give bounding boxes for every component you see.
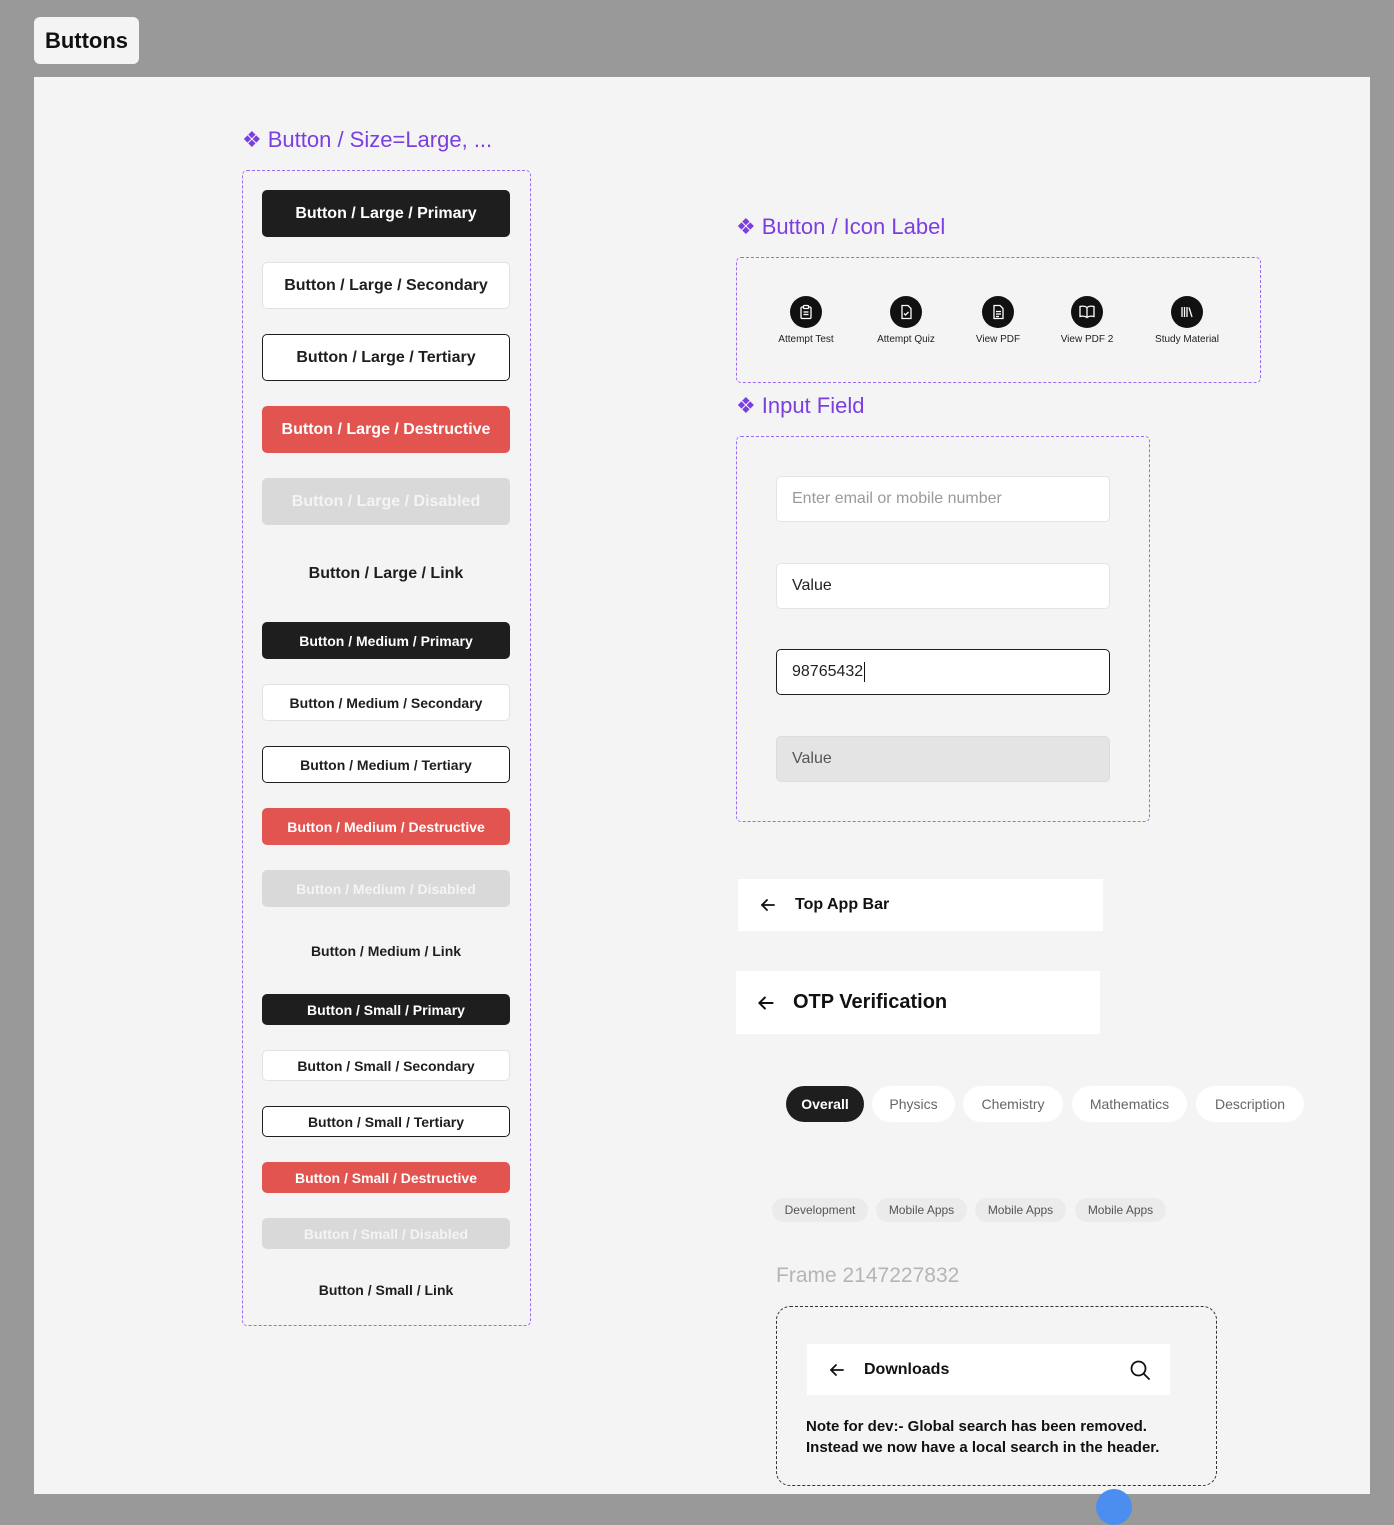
- button-small-primary[interactable]: Button / Small / Primary: [262, 994, 510, 1025]
- open-book-icon: [1071, 296, 1103, 328]
- library-icon: [1171, 296, 1203, 328]
- downloads-app-bar: Downloads: [807, 1344, 1170, 1395]
- icon-button-attempt-test[interactable]: Attempt Test: [756, 296, 856, 345]
- dev-note: Note for dev:- Global search has been re…: [806, 1416, 1159, 1458]
- button-medium-link[interactable]: Button / Medium / Link: [262, 932, 510, 969]
- button-small-tertiary[interactable]: Button / Small / Tertiary: [262, 1106, 510, 1137]
- button-large-link[interactable]: Button / Large / Link: [262, 550, 510, 597]
- chip-description[interactable]: Description: [1196, 1086, 1304, 1122]
- icon-button-study-material[interactable]: Study Material: [1137, 296, 1237, 345]
- otp-app-bar: OTP Verification: [736, 971, 1100, 1034]
- input-focused-state[interactable]: 98765432: [776, 649, 1110, 695]
- page-tab[interactable]: Buttons: [34, 17, 139, 64]
- dev-note-line: Note for dev:- Global search has been re…: [806, 1418, 1147, 1435]
- chip-mathematics[interactable]: Mathematics: [1072, 1086, 1187, 1122]
- top-app-bar: Top App Bar: [738, 879, 1103, 931]
- quiz-doc-icon: [890, 296, 922, 328]
- button-large-secondary[interactable]: Button / Large / Secondary: [262, 262, 510, 309]
- icon-label-title[interactable]: ❖ Button / Icon Label: [736, 214, 945, 240]
- design-canvas: ❖ Button / Size=Large, ... Button / Larg…: [34, 77, 1370, 1525]
- input-value-text: Value: [792, 750, 832, 767]
- search-icon[interactable]: [1129, 1359, 1151, 1381]
- icon-button-view-pdf[interactable]: View PDF: [948, 296, 1048, 345]
- icon-button-view-pdf-2[interactable]: View PDF 2: [1037, 296, 1137, 345]
- icon-label-text: Attempt Test: [778, 334, 834, 345]
- button-large-destructive[interactable]: Button / Large / Destructive: [262, 406, 510, 453]
- component-icon: ❖: [736, 393, 756, 418]
- button-large-disabled: Button / Large / Disabled: [262, 478, 510, 525]
- icon-label-text: Study Material: [1155, 334, 1219, 345]
- chip-chemistry[interactable]: Chemistry: [963, 1086, 1063, 1122]
- icon-label-text: View PDF: [975, 334, 1021, 345]
- button-medium-secondary[interactable]: Button / Medium / Secondary: [262, 684, 510, 721]
- chip-physics[interactable]: Physics: [872, 1086, 955, 1122]
- placeholder-text: Enter email or mobile number: [792, 490, 1002, 507]
- button-small-destructive[interactable]: Button / Small / Destructive: [262, 1162, 510, 1193]
- clipboard-icon: [790, 296, 822, 328]
- chip-overall[interactable]: Overall: [786, 1086, 864, 1122]
- icon-button-attempt-quiz[interactable]: Attempt Quiz: [856, 296, 956, 345]
- button-large-primary[interactable]: Button / Large / Primary: [262, 190, 510, 237]
- input-value-text: 98765432: [792, 663, 864, 680]
- downloads-title: Downloads: [864, 1360, 950, 1378]
- button-medium-primary[interactable]: Button / Medium / Primary: [262, 622, 510, 659]
- button-small-link[interactable]: Button / Small / Link: [262, 1274, 510, 1305]
- button-small-secondary[interactable]: Button / Small / Secondary: [262, 1050, 510, 1081]
- icon-label-text: View PDF 2: [1060, 334, 1114, 345]
- tag-mobile-apps: Mobile Apps: [975, 1198, 1066, 1222]
- input-field-title[interactable]: ❖ Input Field: [736, 393, 864, 419]
- button-large-tertiary[interactable]: Button / Large / Tertiary: [262, 334, 510, 381]
- input-filled-state[interactable]: Value: [776, 563, 1110, 609]
- button-set-title[interactable]: ❖ Button / Size=Large, ...: [242, 127, 492, 153]
- tag-development: Development: [772, 1198, 868, 1222]
- back-arrow-icon[interactable]: [758, 895, 778, 915]
- button-medium-disabled: Button / Medium / Disabled: [262, 870, 510, 907]
- component-icon: ❖: [242, 127, 262, 152]
- icon-label-text: Attempt Quiz: [877, 334, 935, 345]
- tag-mobile-apps: Mobile Apps: [1075, 1198, 1166, 1222]
- tag-mobile-apps: Mobile Apps: [876, 1198, 967, 1222]
- input-field-title-text: Input Field: [761, 393, 865, 418]
- icon-label-title-text: Button / Icon Label: [761, 214, 946, 239]
- back-arrow-icon[interactable]: [827, 1360, 847, 1380]
- input-placeholder-state[interactable]: Enter email or mobile number: [776, 476, 1110, 522]
- input-value-text: Value: [792, 577, 832, 594]
- back-arrow-icon[interactable]: [755, 992, 777, 1014]
- dev-note-line: Instead we now have a local search in th…: [806, 1439, 1160, 1456]
- top-app-bar-title: Top App Bar: [795, 896, 890, 913]
- text-cursor: [864, 662, 866, 682]
- button-medium-destructive[interactable]: Button / Medium / Destructive: [262, 808, 510, 845]
- frame-title: Frame 2147227832: [776, 1264, 960, 1287]
- input-disabled-state: Value: [776, 736, 1110, 782]
- button-set-title-text: Button / Size=Large, ...: [267, 127, 493, 152]
- floating-action-button[interactable]: [1096, 1489, 1132, 1525]
- button-medium-tertiary[interactable]: Button / Medium / Tertiary: [262, 746, 510, 783]
- otp-app-bar-title: OTP Verification: [793, 991, 948, 1013]
- pdf-doc-icon: [982, 296, 1014, 328]
- button-small-disabled: Button / Small / Disabled: [262, 1218, 510, 1249]
- component-icon: ❖: [736, 214, 756, 239]
- frame-container: [776, 1306, 1217, 1486]
